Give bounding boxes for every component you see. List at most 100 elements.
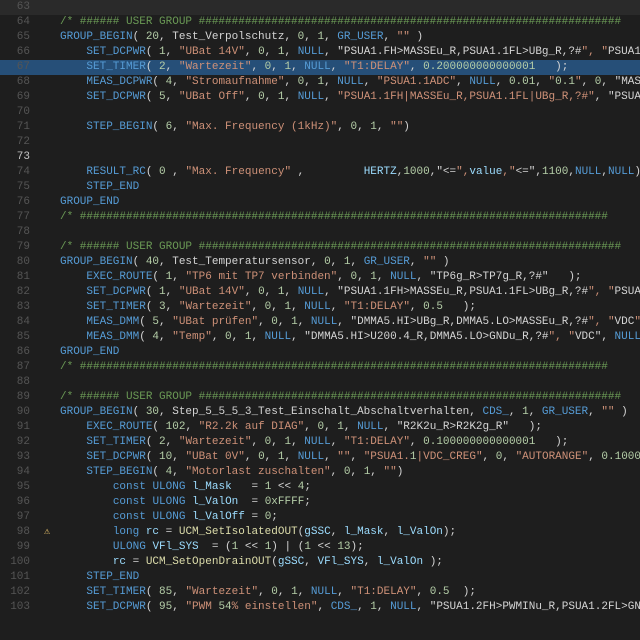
- line-content: long rc = UCM_SetIsolatedOUT(gSSC, l_Mas…: [56, 525, 640, 540]
- line-content: RESULT_RC( 0 , "Max. Frequency" , HERTZ,…: [56, 165, 640, 180]
- line-number: 80: [0, 255, 38, 270]
- line-number: 68: [0, 75, 38, 90]
- code-line: 86GROUP_END: [0, 345, 640, 360]
- line-content: const ULONG l_Mask = 1 << 4;: [56, 480, 640, 495]
- code-line: 78: [0, 225, 640, 240]
- line-number: 99: [0, 540, 38, 555]
- line-number: 66: [0, 45, 38, 60]
- line-content: SET_TIMER( 2, "Wartezeit", 0, 1, NULL, "…: [56, 435, 640, 450]
- line-number: 90: [0, 405, 38, 420]
- code-line: 77 /* ###################################…: [0, 210, 640, 225]
- line-number: 100: [0, 555, 38, 570]
- line-number: 79: [0, 240, 38, 255]
- code-line: 96 const ULONG l_ValOn = 0xFFFF;: [0, 495, 640, 510]
- line-number: 103: [0, 600, 38, 615]
- line-number: 102: [0, 585, 38, 600]
- code-line: 71 STEP_BEGIN( 6, "Max. Frequency (1kHz)…: [0, 120, 640, 135]
- code-line: 73: [0, 150, 640, 165]
- warning-icon: ⚠: [44, 525, 50, 540]
- line-content: STEP_BEGIN( 4, "Motorlast zuschalten", 0…: [56, 465, 640, 480]
- code-line: 101 STEP_END: [0, 570, 640, 585]
- line-number: 83: [0, 300, 38, 315]
- code-line: 81 EXEC_ROUTE( 1, "TP6 mit TP7 verbinden…: [0, 270, 640, 285]
- code-line: 67 SET_TIMER( 2, "Wartezeit", 0, 1, NULL…: [0, 60, 640, 75]
- line-number: 69: [0, 90, 38, 105]
- line-content: MEAS_DCPWR( 4, "Stromaufnahme", 0, 1, NU…: [56, 75, 640, 90]
- code-line: 69 SET_DCPWR( 5, "UBat Off", 0, 1, NULL,…: [0, 90, 640, 105]
- code-line: 85 MEAS_DMM( 4, "Temp", 0, 1, NULL, "DMM…: [0, 330, 640, 345]
- code-line: 103 SET_DCPWR( 95, "PWM 54% einstellen",…: [0, 600, 640, 615]
- line-content: /* ###### USER GROUP ###################…: [56, 15, 640, 30]
- line-number: 78: [0, 225, 38, 240]
- code-line: 100 rc = UCM_SetOpenDrainOUT(gSSC, VFl_S…: [0, 555, 640, 570]
- code-line: 83 SET_TIMER( 3, "Wartezeit", 0, 1, NULL…: [0, 300, 640, 315]
- line-content: SET_DCPWR( 1, "UBat 14V", 0, 1, NULL, "P…: [56, 45, 640, 60]
- line-content: EXEC_ROUTE( 1, "TP6 mit TP7 verbinden", …: [56, 270, 640, 285]
- code-line: 63: [0, 0, 640, 15]
- code-line: 79 /* ###### USER GROUP #################…: [0, 240, 640, 255]
- line-content: SET_DCPWR( 10, "UBat 0V", 0, 1, NULL, ""…: [56, 450, 640, 465]
- line-number: 87: [0, 360, 38, 375]
- line-content: EXEC_ROUTE( 102, "R2.2k auf DIAG", 0, 1,…: [56, 420, 640, 435]
- line-content: /* ###### USER GROUP ###################…: [56, 240, 640, 255]
- code-line: 74 RESULT_RC( 0 , "Max. Frequency" , HER…: [0, 165, 640, 180]
- line-number: 88: [0, 375, 38, 390]
- code-line: 88: [0, 375, 640, 390]
- line-number: 98: [0, 525, 38, 540]
- line-number: 76: [0, 195, 38, 210]
- code-line: 80 GROUP_BEGIN( 40, Test_Temperatursensor…: [0, 255, 640, 270]
- code-line: 76GROUP_END: [0, 195, 640, 210]
- warning-gutter: ⚠: [38, 525, 56, 540]
- line-content: GROUP_BEGIN( 30, Step_5_5_5_3_Test_Einsc…: [56, 405, 640, 420]
- line-number: 70: [0, 105, 38, 120]
- line-number: 64: [0, 15, 38, 30]
- line-content: ULONG VFl_SYS = (1 << 1) | (1 << 13);: [56, 540, 640, 555]
- line-number: 101: [0, 570, 38, 585]
- line-content: /* #####################################…: [56, 210, 640, 225]
- line-content: /* ###### USER GROUP ###################…: [56, 390, 640, 405]
- line-content: STEP_END: [56, 570, 640, 585]
- code-line: 91 EXEC_ROUTE( 102, "R2.2k auf DIAG", 0,…: [0, 420, 640, 435]
- code-line: 87 /* ###################################…: [0, 360, 640, 375]
- line-content: const ULONG l_ValOn = 0xFFFF;: [56, 495, 640, 510]
- line-number: 85: [0, 330, 38, 345]
- line-number: 96: [0, 495, 38, 510]
- line-number: 65: [0, 30, 38, 45]
- code-line: 82 SET_DCPWR( 1, "UBat 14V", 0, 1, NULL,…: [0, 285, 640, 300]
- line-content: STEP_END: [56, 180, 640, 195]
- line-number: 82: [0, 285, 38, 300]
- line-number: 86: [0, 345, 38, 360]
- line-content: MEAS_DMM( 5, "UBat prüfen", 0, 1, NULL, …: [56, 315, 640, 330]
- line-number: 73: [0, 150, 38, 165]
- code-line: 93 SET_DCPWR( 10, "UBat 0V", 0, 1, NULL,…: [0, 450, 640, 465]
- line-number: 84: [0, 315, 38, 330]
- line-content: SET_TIMER( 2, "Wartezeit", 0, 1, NULL, "…: [56, 60, 640, 75]
- line-number: 67: [0, 60, 38, 75]
- line-content: SET_DCPWR( 5, "UBat Off", 0, 1, NULL, "P…: [56, 90, 640, 105]
- code-editor[interactable]: 6364 /* ###### USER GROUP ###############…: [0, 0, 640, 640]
- line-number: 77: [0, 210, 38, 225]
- code-line: 64 /* ###### USER GROUP #################…: [0, 15, 640, 30]
- line-number: 75: [0, 180, 38, 195]
- line-number: 92: [0, 435, 38, 450]
- code-line: 65 GROUP_BEGIN( 20, Test_Verpolschutz, 0,…: [0, 30, 640, 45]
- line-number: 91: [0, 420, 38, 435]
- line-content: SET_DCPWR( 95, "PWM 54% einstellen", CDS…: [56, 600, 640, 615]
- code-line: 70: [0, 105, 640, 120]
- line-content: SET_TIMER( 3, "Wartezeit", 0, 1, NULL, "…: [56, 300, 640, 315]
- code-line: 97 const ULONG l_ValOff = 0;: [0, 510, 640, 525]
- code-line: 89/* ###### USER GROUP #################…: [0, 390, 640, 405]
- code-line: 102 SET_TIMER( 85, "Wartezeit", 0, 1, NU…: [0, 585, 640, 600]
- line-number: 93: [0, 450, 38, 465]
- line-content: GROUP_BEGIN( 20, Test_Verpolschutz, 0, 1…: [56, 30, 640, 45]
- line-number: 95: [0, 480, 38, 495]
- code-line: 75 STEP_END: [0, 180, 640, 195]
- line-number: 97: [0, 510, 38, 525]
- code-line: 99 ULONG VFl_SYS = (1 << 1) | (1 << 13);: [0, 540, 640, 555]
- line-content: GROUP_BEGIN( 40, Test_Temperatursensor, …: [56, 255, 640, 270]
- line-content: /* #####################################…: [56, 360, 640, 375]
- code-lines: 6364 /* ###### USER GROUP ###############…: [0, 0, 640, 615]
- line-number: 63: [0, 0, 38, 15]
- code-line: 90 GROUP_BEGIN( 30, Step_5_5_5_3_Test_Ein…: [0, 405, 640, 420]
- line-number: 71: [0, 120, 38, 135]
